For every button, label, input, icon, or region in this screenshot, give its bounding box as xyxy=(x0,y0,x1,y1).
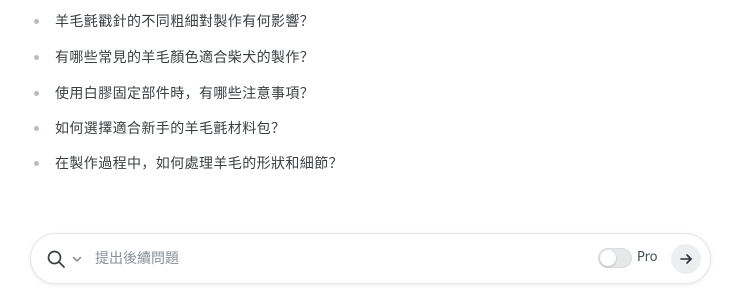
follow-up-input[interactable] xyxy=(95,247,575,271)
related-question-item[interactable]: 羊毛氈戳針的不同粗細對製作有何影響？ xyxy=(30,10,314,32)
related-question-text: 羊毛氈戳針的不同粗細對製作有何影響？ xyxy=(55,14,315,30)
bullet-icon xyxy=(34,54,39,60)
page: 羊毛氈戳針的不同粗細對製作有何影響？ 有哪些常見的羊毛顏色適合柴犬的製作？ 使用… xyxy=(0,0,740,294)
related-question-item[interactable]: 有哪些常見的羊毛顏色適合柴犬的製作？ xyxy=(30,46,314,68)
toggle-knob xyxy=(600,250,616,266)
bullet-icon xyxy=(34,90,39,96)
related-question-item[interactable]: 使用白膠固定部件時，有哪些注意事項？ xyxy=(30,82,314,104)
submit-button[interactable] xyxy=(671,244,701,274)
bullet-icon xyxy=(34,125,39,131)
pro-label: Pro xyxy=(637,250,658,265)
search-focus-dropdown[interactable] xyxy=(46,246,88,272)
arrow-right-icon xyxy=(680,254,692,264)
search-icon xyxy=(47,250,65,268)
related-question-text: 有哪些常見的羊毛顏色適合柴犬的製作？ xyxy=(55,50,315,66)
related-question-item[interactable]: 如何選擇適合新手的羊毛氈材料包？ xyxy=(30,117,285,139)
related-question-text: 使用白膠固定部件時，有哪些注意事項？ xyxy=(55,86,315,102)
bullet-icon xyxy=(34,160,39,166)
bullet-icon xyxy=(34,18,39,24)
pro-toggle[interactable] xyxy=(598,248,632,268)
chevron-down-icon xyxy=(72,256,82,262)
follow-up-composer: Pro xyxy=(30,233,711,284)
related-question-item[interactable]: 在製作過程中，如何處理羊毛的形狀和細節？ xyxy=(30,152,343,174)
related-question-text: 在製作過程中，如何處理羊毛的形狀和細節？ xyxy=(55,156,343,172)
related-question-text: 如何選擇適合新手的羊毛氈材料包？ xyxy=(55,121,286,137)
